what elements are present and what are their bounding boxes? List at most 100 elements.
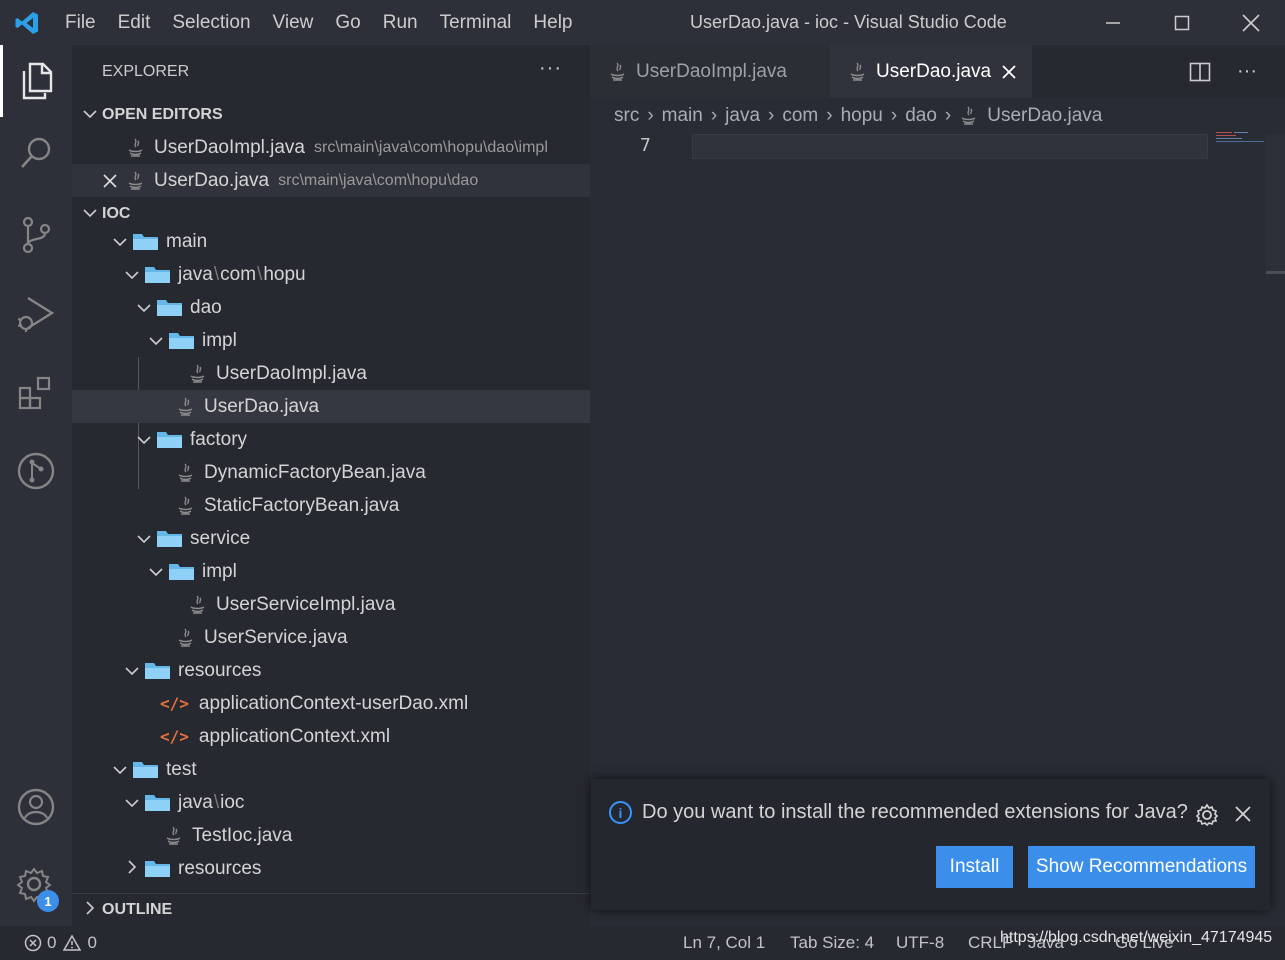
tree-label: UserDao.java xyxy=(204,395,320,417)
open-editor-item[interactable]: UserDaoImpl.java src\main\java\com\hopu\… xyxy=(72,131,590,164)
tab-label: UserDaoImpl.java xyxy=(636,60,787,82)
encoding[interactable]: UTF-8 xyxy=(896,926,944,960)
tree-file-userservice[interactable]: UserService.java xyxy=(72,621,590,654)
breadcrumb-com[interactable]: com xyxy=(782,105,818,127)
tree-file-xml-userdao[interactable]: </> applicationContext-userDao.xml xyxy=(72,687,590,720)
folder-open-icon xyxy=(168,331,195,350)
menu-help[interactable]: Help xyxy=(522,0,583,45)
tree-folder-service-impl[interactable]: impl xyxy=(72,555,590,588)
problems-indicator[interactable]: 0 0 xyxy=(24,926,97,960)
tree-folder-test-resources[interactable]: resources xyxy=(72,852,590,885)
close-tab-icon[interactable] xyxy=(1001,64,1017,80)
java-file-icon xyxy=(176,495,196,517)
java-file-icon xyxy=(608,61,628,83)
maximize-button[interactable] xyxy=(1147,0,1216,45)
menu-selection[interactable]: Selection xyxy=(161,0,261,45)
tree-label-hopu: hopu xyxy=(263,263,306,285)
activity-bar: 1 xyxy=(0,45,72,926)
open-editors-section[interactable]: OPEN EDITORS xyxy=(72,98,590,131)
editor-scrollbar[interactable] xyxy=(1266,134,1285,274)
cursor-position[interactable]: Ln 7, Col 1 xyxy=(683,926,765,960)
xml-file-icon: </> xyxy=(160,727,189,746)
project-title: IOC xyxy=(102,204,131,222)
tree-file-testioc[interactable]: TestIoc.java xyxy=(72,819,590,852)
chevron-down-icon xyxy=(108,759,132,781)
breadcrumb-main[interactable]: main xyxy=(662,105,703,127)
tree-file-userdao[interactable]: UserDao.java xyxy=(72,390,590,423)
accounts-button[interactable] xyxy=(0,771,72,843)
tree-label: main xyxy=(166,230,208,252)
folder-open-icon xyxy=(156,298,183,317)
tree-folder-test-java[interactable]: java \ ioc xyxy=(72,786,590,819)
search-button[interactable] xyxy=(0,117,72,189)
close-window-button[interactable] xyxy=(1216,0,1285,45)
open-editor-item[interactable]: UserDao.java src\main\java\com\hopu\dao xyxy=(72,164,590,197)
explorer-icon xyxy=(22,62,52,100)
breadcrumb-src[interactable]: src xyxy=(614,105,639,127)
split-editor-icon[interactable] xyxy=(1189,61,1211,83)
menu-run[interactable]: Run xyxy=(372,0,429,45)
tree-folder-test[interactable]: test xyxy=(72,753,590,786)
tree-folder-service[interactable]: service xyxy=(72,522,590,555)
notification-settings-gear-icon[interactable] xyxy=(1195,803,1219,827)
tree-file-staticfactorybean[interactable]: StaticFactoryBean.java xyxy=(72,489,590,522)
manage-badge: 1 xyxy=(37,890,59,912)
explorer-more-actions-icon[interactable]: ··· xyxy=(539,57,562,80)
menu-terminal[interactable]: Terminal xyxy=(429,0,523,45)
show-recommendations-button[interactable]: Show Recommendations xyxy=(1028,846,1255,888)
close-editor-icon[interactable] xyxy=(102,173,118,189)
manage-button[interactable]: 1 xyxy=(0,850,72,922)
watermark: https://blog.csdn.net/weixin_47174945 xyxy=(1000,929,1273,946)
open-editor-name: UserDaoImpl.java xyxy=(154,136,305,158)
tab-userdao[interactable]: UserDao.java xyxy=(830,45,1032,98)
tree-folder-java[interactable]: java \ com \ hopu xyxy=(72,258,590,291)
explorer-header: EXPLORER ··· xyxy=(72,45,590,98)
menu-file[interactable]: File xyxy=(54,0,107,45)
menu-go[interactable]: Go xyxy=(324,0,371,45)
file-tree: main java \ com \ hopu dao impl UserDaoImpl.… xyxy=(72,225,590,893)
notification-close-icon[interactable] xyxy=(1234,805,1252,823)
current-line-highlight[interactable] xyxy=(692,134,1208,159)
window-controls xyxy=(1078,0,1285,45)
tree-file-userserviceimpl[interactable]: UserServiceImpl.java xyxy=(72,588,590,621)
chevron-down-icon xyxy=(120,792,144,814)
tab-size[interactable]: Tab Size: 4 xyxy=(790,926,874,960)
chevron-down-icon xyxy=(108,231,132,253)
minimize-button[interactable] xyxy=(1078,0,1147,45)
folder-open-icon xyxy=(144,793,171,812)
warning-icon xyxy=(63,934,82,951)
breadcrumb-file[interactable]: UserDao.java xyxy=(987,105,1102,127)
tree-label: resources xyxy=(178,857,262,879)
run-debug-button[interactable] xyxy=(0,277,72,349)
chevron-down-icon xyxy=(120,264,144,286)
install-button[interactable]: Install xyxy=(936,846,1013,888)
source-control-button[interactable] xyxy=(0,199,72,271)
tree-folder-resources[interactable]: resources xyxy=(72,654,590,687)
tree-file-dynamicfactorybean[interactable]: DynamicFactoryBean.java xyxy=(72,456,590,489)
explorer-button[interactable] xyxy=(0,45,72,117)
breadcrumb-java[interactable]: java xyxy=(725,105,760,127)
tree-file-userdaoimpl[interactable]: UserDaoImpl.java xyxy=(72,357,590,390)
folder-open-icon xyxy=(156,430,183,449)
tree-folder-impl[interactable]: impl xyxy=(72,324,590,357)
maximize-icon xyxy=(1174,15,1189,30)
menu-view[interactable]: View xyxy=(262,0,325,45)
tree-folder-dao[interactable]: dao xyxy=(72,291,590,324)
tree-label: impl xyxy=(202,560,237,582)
tree-file-xml-context[interactable]: </> applicationContext.xml xyxy=(72,720,590,753)
breadcrumb-dao[interactable]: dao xyxy=(905,105,937,127)
minimap[interactable] xyxy=(1216,131,1266,145)
extensions-button[interactable] xyxy=(0,357,72,429)
chevron-right-icon xyxy=(120,858,144,880)
tree-folder-main[interactable]: main xyxy=(72,225,590,258)
info-icon: i xyxy=(609,801,632,824)
tree-label: StaticFactoryBean.java xyxy=(204,494,400,516)
editor-more-actions-icon[interactable]: ··· xyxy=(1237,60,1257,83)
menu-edit[interactable]: Edit xyxy=(107,0,162,45)
tree-folder-factory[interactable]: factory xyxy=(72,423,590,456)
outline-section[interactable]: OUTLINE xyxy=(72,893,590,926)
tab-userdaoimpl[interactable]: UserDaoImpl.java xyxy=(590,45,830,98)
git-graph-button[interactable] xyxy=(0,435,72,507)
breadcrumb-hopu[interactable]: hopu xyxy=(841,105,883,127)
chevron-down-icon xyxy=(132,297,156,319)
